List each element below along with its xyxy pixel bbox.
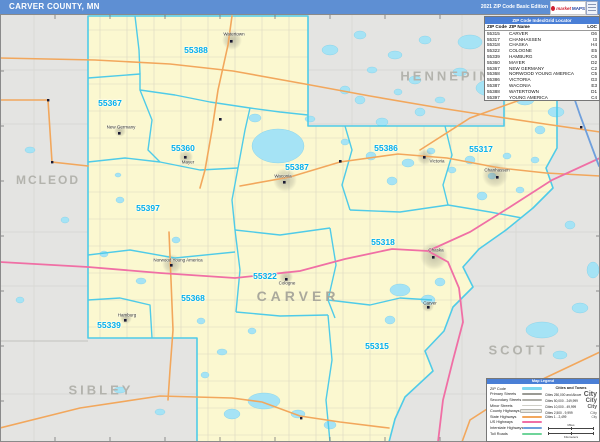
line-sample xyxy=(522,393,542,396)
cell-loc: C4 xyxy=(591,94,597,100)
county-label-carver: CARVER xyxy=(256,288,340,304)
title-bar: CARVER COUNTY, MN 2021 ZIP Code Basic Ed… xyxy=(0,0,600,15)
legend-item-label: Interstate Highways xyxy=(490,425,524,430)
zip-label-55339: 55339 xyxy=(97,320,121,330)
line-sample xyxy=(522,432,542,435)
zip-label-55368: 55368 xyxy=(181,293,205,303)
city-label-watertown: Watertown xyxy=(223,31,245,37)
legend-cities: Cities and Towns Cities 250,000 and Abov… xyxy=(545,386,597,419)
county-label-scott: SCOTT xyxy=(488,342,548,358)
city-size-label: Cities 10,000 - 49,999 xyxy=(545,405,577,409)
logo-brand-right: MAPS xyxy=(571,5,585,11)
page-title: CARVER COUNTY, MN xyxy=(9,2,100,11)
scale-bar-miles xyxy=(548,427,594,430)
legend-city-item: Cities 250,000 and Above City xyxy=(545,391,597,398)
legend-item-label: US Highways xyxy=(490,420,513,425)
col-zip-name: ZIP Name xyxy=(509,24,530,29)
publisher-logo: market MAPS xyxy=(550,1,586,15)
county-label-mcleod: MCLEOD xyxy=(16,173,80,187)
legend-item-label: Primary Streets xyxy=(490,392,517,397)
line-sample xyxy=(522,421,542,424)
zip-label-55367: 55367 xyxy=(98,98,122,108)
zip-label-55315: 55315 xyxy=(365,341,389,351)
legend-city-item: Cities 1 - 2,499 City xyxy=(545,415,597,419)
col-loc: LOC xyxy=(587,24,597,29)
city-size-label: Cities 1 - 2,499 xyxy=(545,415,567,419)
line-sample xyxy=(523,426,542,429)
zip-label-55397: 55397 xyxy=(136,203,160,213)
zip-label-55387: 55387 xyxy=(285,162,309,172)
zip-label-55360: 55360 xyxy=(171,143,195,153)
city-label-chanhassen: Chanhassen xyxy=(484,167,510,173)
legend-title: Map Legend xyxy=(487,379,599,384)
legend-item-label: Minor Streets xyxy=(490,403,513,408)
line-sample xyxy=(522,387,542,391)
zip-label-55388: 55388 xyxy=(184,45,208,55)
city-sample: City xyxy=(583,391,597,398)
line-sample xyxy=(520,409,542,414)
zip-index-title: ZIP Code Index/Grid Locator xyxy=(485,17,599,24)
zip-index-header-row: ZIP Code ZIP Name LOC xyxy=(485,24,599,31)
city-label-victoria: Victoria xyxy=(429,158,445,164)
city-label-chaska: Chaska xyxy=(428,247,444,253)
zip-label-55317: 55317 xyxy=(469,144,493,154)
cell-zip: 55397 xyxy=(487,94,500,100)
zip-label-55322: 55322 xyxy=(253,271,277,281)
legend-item-label: Secondary Streets xyxy=(490,397,522,402)
map-legend: Map Legend ZIP Code Primary Streets Seco… xyxy=(486,378,600,442)
city-label-carver: Carver xyxy=(423,300,437,306)
city-size-label: Cities 2,500 - 9,999 xyxy=(545,410,573,415)
zip-label-55386: 55386 xyxy=(374,143,398,153)
table-row: 55397 YOUNG AMERICA C4 xyxy=(485,95,599,101)
scale-bars: Miles Kilometers xyxy=(545,423,597,439)
legend-item: Toll Roads xyxy=(490,431,542,437)
legend-item-label: State Highways xyxy=(490,414,517,419)
city-sample: City xyxy=(591,415,598,419)
scale-bar-km xyxy=(548,432,594,435)
line-sample xyxy=(522,415,542,418)
city-label-new-germany: New Germany xyxy=(106,124,136,130)
legend-item-label: County Highways xyxy=(490,409,520,414)
city-label-waconia: Waconia xyxy=(274,173,292,179)
legend-item-label: ZIP Code xyxy=(490,386,506,391)
county-label-sibley: SIBLEY xyxy=(68,382,134,398)
logo-globe-icon xyxy=(551,5,556,11)
line-sample xyxy=(522,399,542,401)
city-size-label: Cities 250,000 and Above xyxy=(545,392,582,397)
zip-index-table: ZIP Code Index/Grid Locator ZIP Code ZIP… xyxy=(484,16,600,102)
edition-label: 2021 ZIP Code Basic Edition xyxy=(480,4,548,10)
scale-km-label: Kilometers xyxy=(563,435,579,439)
city-size-label: Cities 50,000 - 249,999 xyxy=(545,399,578,403)
edition-badge xyxy=(586,1,598,15)
legend-road-types: ZIP Code Primary Streets Secondary Stree… xyxy=(490,386,542,436)
county-label-hennepin: HENNEPIN xyxy=(400,68,492,84)
zip-label-55318: 55318 xyxy=(371,237,395,247)
city-label-cologne: Cologne xyxy=(278,280,296,286)
city-label-norwood-young-america: Norwood Young America xyxy=(153,257,203,263)
cities-and-towns-title: Cities and Towns xyxy=(555,386,587,390)
logo-brand-left: market xyxy=(556,5,571,11)
line-sample xyxy=(522,405,542,407)
city-label-mayer: Mayer xyxy=(181,159,195,165)
map-sheet: HENNEPIN MCLEOD CARVER SIBLEY SCOTT 5538… xyxy=(0,0,600,442)
legend-item-label: Toll Roads xyxy=(490,431,508,436)
city-label-hamburg: Hamburg xyxy=(117,312,137,318)
cell-name: YOUNG AMERICA xyxy=(509,94,548,100)
col-zip-code: ZIP Code xyxy=(487,24,507,29)
